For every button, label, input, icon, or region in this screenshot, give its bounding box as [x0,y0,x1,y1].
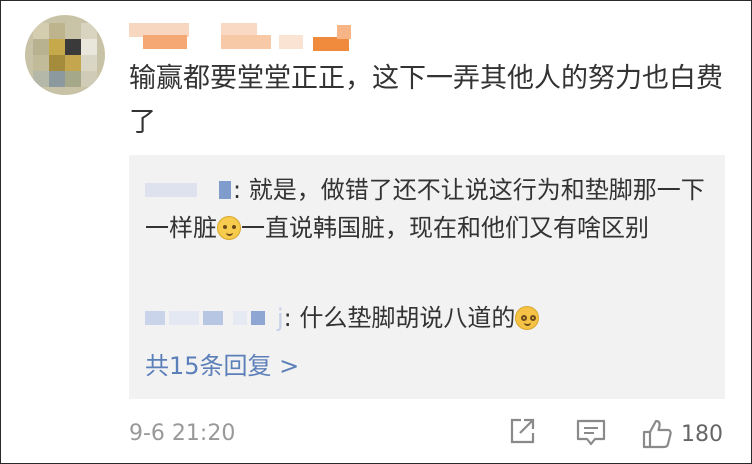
avatar-pixel [33,39,49,55]
like-count: 180 [681,421,723,447]
avatar-pixel [33,23,49,39]
reply-author-blurred[interactable] [145,179,233,201]
avatar-pixel [65,23,81,39]
like-button[interactable]: 180 [641,416,723,452]
username-blurred[interactable] [129,21,369,51]
share-button[interactable] [507,416,537,452]
reply-author-suffix[interactable]: j [277,304,284,332]
avatar-pixel [81,71,97,87]
avatar[interactable] [25,15,105,95]
avatar-pixel [33,55,49,71]
avatar-pixel [65,55,81,71]
reply-item[interactable]: j: 什么垫脚胡说八道的 [145,299,540,337]
reply-author-blurred[interactable] [145,307,277,329]
fingers-on-mouth-emoji-icon [217,216,241,240]
avatar-pixel [65,71,81,87]
timestamp: 9-6 21:20 [129,421,236,446]
avatar-pixel [49,39,65,55]
comment-card: 输赢都要堂堂正正，这下一弄其他人的努力也白费了 : 就是，做错了还不让说这行为和… [0,0,752,464]
reply-item[interactable]: : 就是，做错了还不让说这行为和垫脚那一下一样脏 一直说韩国脏，现在和他们又有啥区… [145,171,709,247]
avatar-pixel [49,23,65,39]
reply-text-continued: 一直说韩国脏，现在和他们又有啥区别 [241,214,649,242]
thumbs-up-icon [642,419,672,449]
avatar-pixel [81,23,97,39]
avatar-pixel [49,71,65,87]
comment-text: 输赢都要堂堂正正，这下一弄其他人的努力也白费了 [129,63,723,138]
avatar-pixel [33,71,49,87]
reply-text: : 什么垫脚胡说八道的 [283,304,516,332]
more-replies-link[interactable]: 共15条回复 > [145,351,299,381]
replies-panel[interactable]: : 就是，做错了还不让说这行为和垫脚那一下一样脏 一直说韩国脏，现在和他们又有啥区… [129,155,725,399]
comment-button[interactable] [575,416,607,452]
share-icon [510,418,535,444]
avatar-pixel [81,55,97,71]
dizzy-face-emoji-icon [515,306,540,330]
avatar-pixel [81,39,97,55]
comment-bubble-icon [576,419,606,446]
avatar-pixel [65,39,81,55]
avatar-pixel [49,55,65,71]
